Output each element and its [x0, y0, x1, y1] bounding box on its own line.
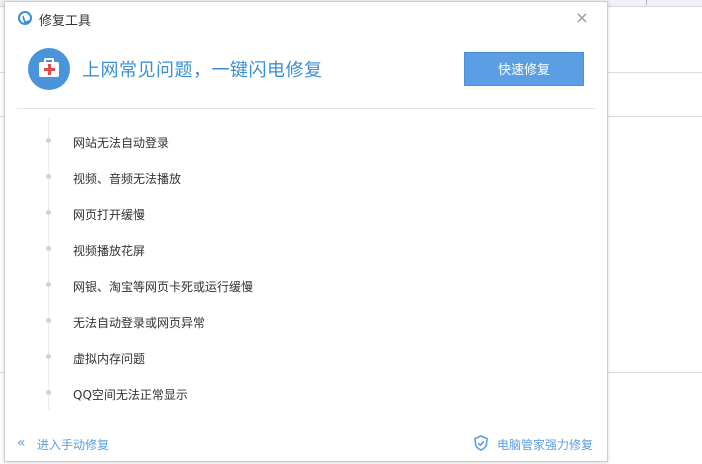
issue-label: QQ空间无法正常显示	[73, 388, 188, 402]
list-item: 网站无法自动登录	[5, 122, 607, 158]
bullet-dot	[46, 318, 51, 323]
bullet-dot	[46, 390, 51, 395]
bullet-dot	[46, 138, 51, 143]
dialog-titlebar[interactable]: 修复工具 ×	[5, 2, 607, 34]
bullet-dot	[46, 354, 51, 359]
list-item: QQ空间无法正常显示	[5, 374, 607, 410]
issue-label: 网站无法自动登录	[73, 136, 170, 150]
issue-label: 虚拟内存问题	[73, 352, 146, 366]
shield-icon	[474, 435, 488, 451]
first-aid-kit-icon	[28, 48, 70, 90]
manual-repair-label: 进入手动修复	[37, 438, 110, 452]
issue-label: 网银、淘宝等网页卡死或运行缓慢	[73, 280, 254, 294]
dialog-title: 修复工具	[39, 14, 92, 29]
double-chevron-left-icon: «	[17, 435, 26, 451]
dialog-footer: « 进入手动修复 电脑管家强力修复	[5, 424, 607, 462]
bullet-dot	[46, 282, 51, 287]
dialog-header: 上网常见问题，一键闪电修复 快速修复	[5, 34, 607, 108]
issue-list: 网站无法自动登录 视频、音频无法播放 网页打开缓慢 视频播放花屏 网银、淘宝等网…	[5, 118, 607, 414]
list-item: 视频播放花屏	[5, 230, 607, 266]
repair-tool-dialog: 修复工具 × 上网常见问题，一键闪电修复 快速修复 网站无法自动登录 视频、音频…	[4, 1, 608, 462]
list-item: 虚拟内存问题	[5, 338, 607, 374]
background-tab-marker	[646, 0, 647, 5]
pc-manager-repair-link[interactable]: 电脑管家强力修复	[473, 434, 597, 452]
header-divider	[17, 108, 595, 109]
quick-fix-button[interactable]: 快速修复	[464, 52, 584, 86]
bullet-dot	[46, 246, 51, 251]
bullet-dot	[46, 210, 51, 215]
bullet-dot	[46, 174, 51, 179]
list-item: 视频、音频无法播放	[5, 158, 607, 194]
issue-label: 视频、音频无法播放	[73, 172, 182, 186]
issue-label: 网页打开缓慢	[73, 208, 146, 222]
app-logo-icon	[18, 11, 32, 25]
pc-manager-repair-label: 电脑管家强力修复	[497, 438, 594, 452]
issue-label: 无法自动登录或网页异常	[73, 316, 206, 330]
list-item: 网页打开缓慢	[5, 194, 607, 230]
close-icon[interactable]: ×	[573, 9, 591, 27]
headline: 上网常见问题，一键闪电修复	[82, 60, 323, 81]
list-item: 无法自动登录或网页异常	[5, 302, 607, 338]
list-item: 网银、淘宝等网页卡死或运行缓慢	[5, 266, 607, 302]
issue-label: 视频播放花屏	[73, 244, 146, 258]
